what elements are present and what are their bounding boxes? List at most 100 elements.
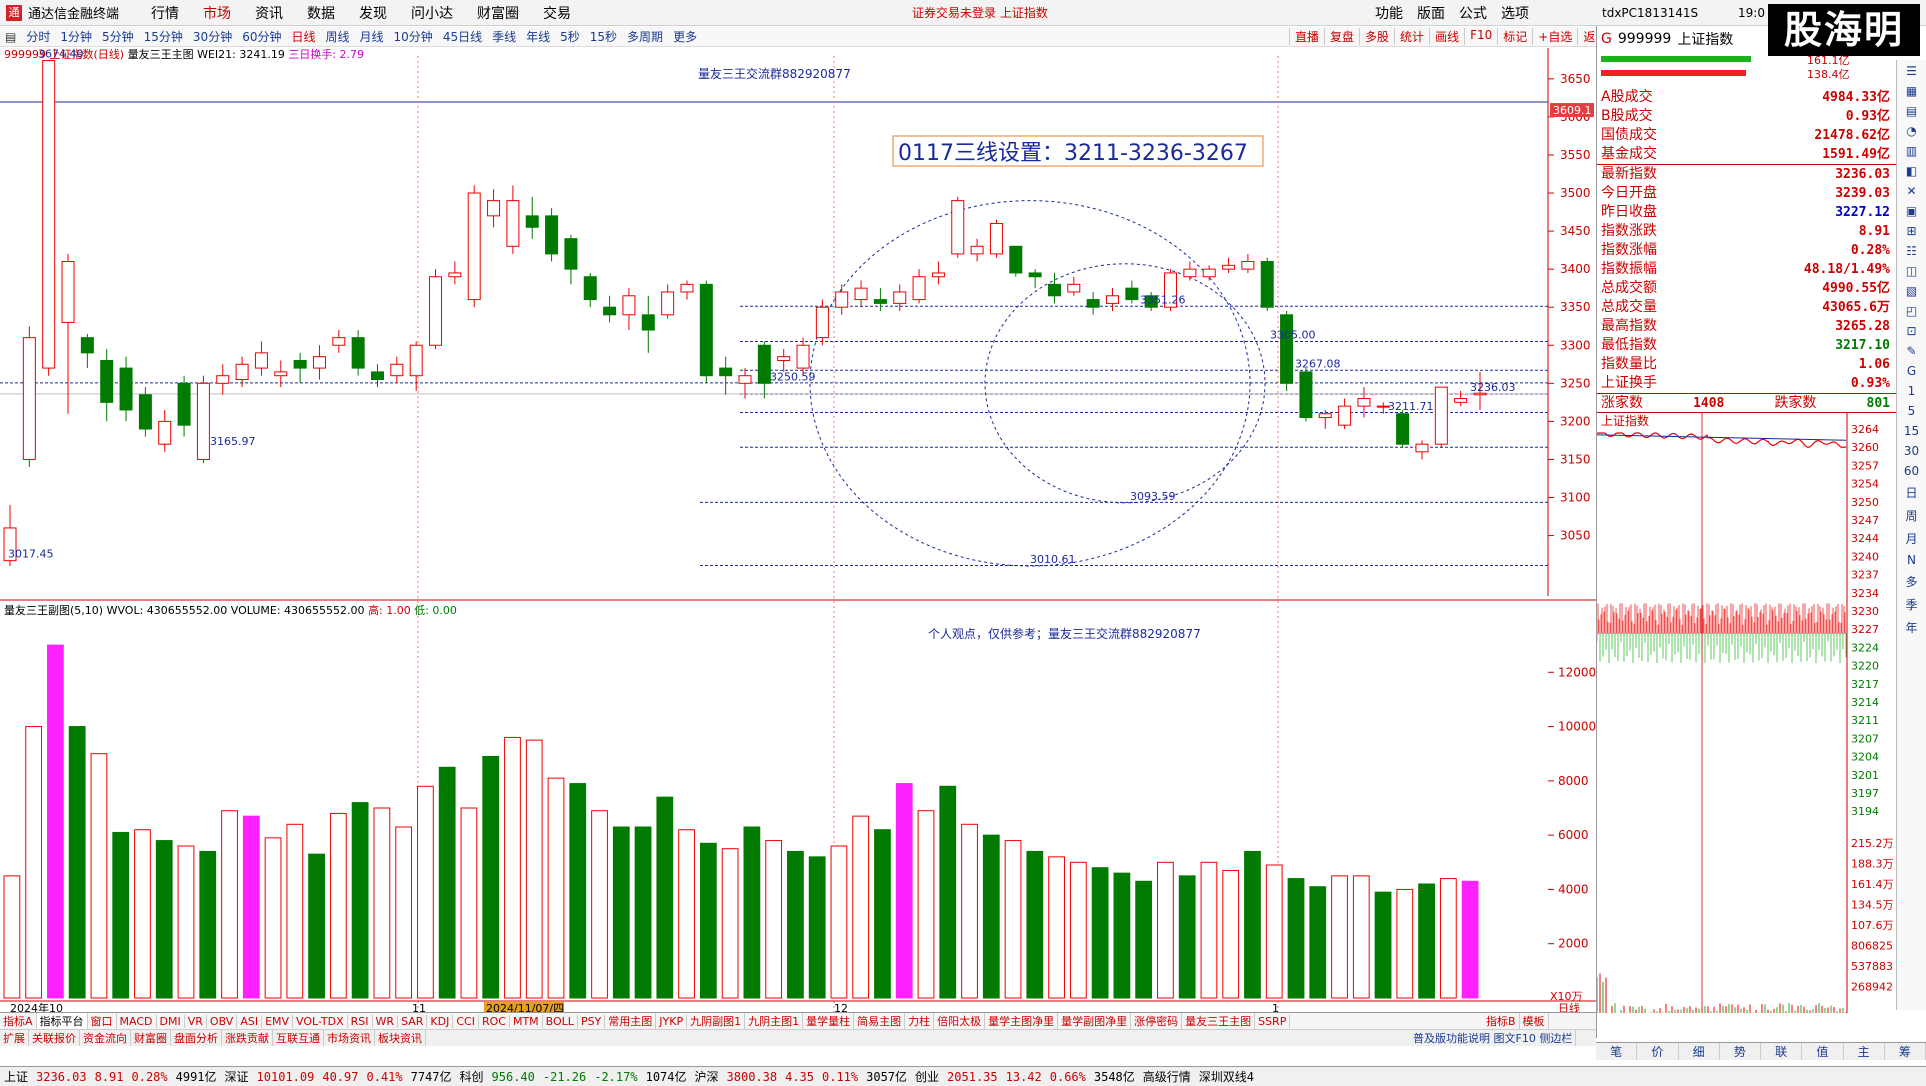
sidebar-period-3[interactable]: 15 — [1904, 424, 1919, 438]
sidebar-tool-icon[interactable]: ▦ — [1906, 84, 1917, 98]
indicator-tab-5[interactable]: VR — [185, 1015, 207, 1028]
quote-tab-6[interactable]: 主 — [1844, 1043, 1885, 1060]
menu-4[interactable]: 发现 — [347, 3, 399, 23]
period-tab-0[interactable]: 分时 — [21, 28, 55, 45]
ext-tab-6[interactable]: 互联互通 — [273, 1030, 324, 1046]
ext-tab-2[interactable]: 资金流向 — [80, 1030, 131, 1046]
sidebar-tool-icon[interactable]: ◔ — [1906, 124, 1916, 138]
menu-2[interactable]: 资讯 — [243, 3, 295, 23]
sidebar-tool-icon[interactable]: ▤ — [1906, 104, 1917, 118]
ext-tab-5[interactable]: 涨跌贡献 — [222, 1030, 273, 1046]
indicator-tab-26[interactable]: 倍阳太极 — [934, 1013, 985, 1029]
indicator-tab-8[interactable]: EMV — [262, 1015, 293, 1028]
quote-tab-5[interactable]: 值 — [1802, 1043, 1843, 1060]
ext-tab-8[interactable]: 板块资讯 — [375, 1030, 426, 1046]
sidebar-tool-icon[interactable]: ☰ — [1906, 64, 1917, 78]
sidebar-tool-icon[interactable]: ▣ — [1906, 204, 1917, 218]
indicator-tab-7[interactable]: ASI — [237, 1015, 262, 1028]
sidebar-tool-icon[interactable]: ▧ — [1906, 284, 1917, 298]
indicator-tab-25[interactable]: 力柱 — [905, 1013, 934, 1029]
quote-tab-3[interactable]: 势 — [1720, 1043, 1761, 1060]
period-tab-3[interactable]: 15分钟 — [139, 28, 188, 45]
grid-icon[interactable]: ▤ — [0, 30, 21, 44]
menu-0[interactable]: 行情 — [139, 3, 191, 23]
indicator-tab-9[interactable]: VOL-TDX — [293, 1015, 348, 1028]
sidebar-tool-icon[interactable]: ✕ — [1906, 184, 1916, 198]
menu-6[interactable]: 财富圈 — [465, 3, 531, 23]
indicator-tab-18[interactable]: PSY — [578, 1015, 605, 1028]
indicator-tab-10[interactable]: RSI — [348, 1015, 373, 1028]
sidebar-period-2[interactable]: 5 — [1908, 404, 1916, 418]
tool-7[interactable]: +自选 — [1532, 28, 1577, 45]
sidebar-tool-icon[interactable]: ◰ — [1906, 304, 1917, 318]
sidebar-period-0[interactable]: G — [1907, 364, 1916, 378]
sidebar-tool-icon[interactable]: ◧ — [1906, 164, 1917, 178]
indicator-right-0[interactable]: 指标B — [1483, 1013, 1520, 1029]
indicator-tab-6[interactable]: OBV — [207, 1015, 237, 1028]
sidebar-period-7[interactable]: 周 — [1905, 507, 1917, 524]
sidebar-period-11[interactable]: 季 — [1905, 596, 1917, 613]
indicator-tab-21[interactable]: 九阴副图1 — [687, 1013, 745, 1029]
ext-tab-4[interactable]: 盘面分析 — [171, 1030, 222, 1046]
indicator-tab-14[interactable]: CCI — [453, 1015, 479, 1028]
menu-3[interactable]: 数据 — [295, 3, 347, 23]
period-tab-1[interactable]: 1分钟 — [55, 28, 97, 45]
period-tab-14[interactable]: 15秒 — [585, 28, 622, 45]
menu-1[interactable]: 市场 — [191, 3, 243, 23]
tool-6[interactable]: 标记 — [1497, 28, 1532, 45]
menu-right-1[interactable]: 版面 — [1417, 3, 1445, 23]
sidebar-period-10[interactable]: 多 — [1905, 573, 1917, 590]
indicator-tab-20[interactable]: JYKP — [656, 1015, 687, 1028]
period-tab-4[interactable]: 30分钟 — [188, 28, 237, 45]
kline-chart-area[interactable]: 999999 上证指数(日线) 量友三王主图 WEI21: 3241.19 三日… — [0, 48, 1596, 1012]
quote-tab-4[interactable]: 联 — [1761, 1043, 1802, 1060]
tool-8[interactable]: 返回 — [1577, 28, 1596, 45]
indicator-tab-0[interactable]: 指标A — [0, 1013, 37, 1029]
quote-tab-0[interactable]: 笔 — [1596, 1043, 1637, 1060]
quote-tab-7[interactable]: 筹 — [1885, 1043, 1926, 1060]
indicator-tab-30[interactable]: 量友三王主图 — [1182, 1013, 1255, 1029]
indicator-tab-12[interactable]: SAR — [398, 1015, 427, 1028]
indicator-tab-1[interactable]: 指标平台 — [37, 1013, 88, 1029]
indicator-tab-16[interactable]: MTM — [510, 1015, 543, 1028]
sidebar-period-12[interactable]: 年 — [1905, 619, 1917, 636]
period-tab-8[interactable]: 月线 — [355, 28, 389, 45]
ext-tab-1[interactable]: 关联报价 — [29, 1030, 80, 1046]
period-tab-13[interactable]: 5秒 — [555, 28, 585, 45]
period-tab-5[interactable]: 60分钟 — [237, 28, 286, 45]
menu-right-0[interactable]: 功能 — [1375, 3, 1403, 23]
indicator-tab-4[interactable]: DMI — [157, 1015, 185, 1028]
menu-7[interactable]: 交易 — [531, 3, 583, 23]
ext-tab-7[interactable]: 市场资讯 — [324, 1030, 375, 1046]
menu-right-2[interactable]: 公式 — [1459, 3, 1487, 23]
period-tab-16[interactable]: 更多 — [668, 28, 702, 45]
tool-2[interactable]: 多股 — [1359, 28, 1394, 45]
login-notice[interactable]: 证券交易未登录 上证指数 — [912, 4, 1048, 21]
indicator-tab-17[interactable]: BOLL — [543, 1015, 578, 1028]
tool-4[interactable]: 画线 — [1429, 28, 1464, 45]
period-tab-7[interactable]: 周线 — [321, 28, 355, 45]
ext-tab-3[interactable]: 财富圈 — [131, 1030, 171, 1046]
indicator-tab-22[interactable]: 九阴主图1 — [745, 1013, 803, 1029]
ext-tab-0[interactable]: 扩展 — [0, 1030, 29, 1046]
indicator-tab-13[interactable]: KDJ — [427, 1015, 453, 1028]
menu-right-3[interactable]: 选项 — [1501, 3, 1529, 23]
period-tab-10[interactable]: 45日线 — [438, 28, 487, 45]
tool-5[interactable]: F10 — [1464, 28, 1497, 45]
sidebar-period-9[interactable]: N — [1907, 553, 1916, 567]
indicator-tab-23[interactable]: 量学量柱 — [803, 1013, 854, 1029]
indicator-tab-19[interactable]: 常用主图 — [605, 1013, 656, 1029]
period-tab-9[interactable]: 10分钟 — [389, 28, 438, 45]
sidebar-period-4[interactable]: 30 — [1904, 444, 1919, 458]
ext-right-links[interactable]: 普及版功能说明 图文F10 侧边栏 — [1410, 1030, 1576, 1046]
indicator-tab-11[interactable]: WR — [373, 1015, 399, 1028]
quote-tab-2[interactable]: 细 — [1679, 1043, 1720, 1060]
indicator-tab-15[interactable]: ROC — [479, 1015, 510, 1028]
sidebar-tool-icon[interactable]: ☷ — [1906, 244, 1917, 258]
tool-1[interactable]: 复盘 — [1324, 28, 1359, 45]
kline-svg[interactable]: 999999 上证指数(日线) 量友三王主图 WEI21: 3241.19 三日… — [0, 48, 1596, 1012]
quote-tab-1[interactable]: 价 — [1637, 1043, 1678, 1060]
sidebar-tool-icon[interactable]: ⊡ — [1906, 324, 1916, 338]
indicator-tab-27[interactable]: 量学主图净里 — [985, 1013, 1058, 1029]
period-tab-12[interactable]: 年线 — [521, 28, 555, 45]
